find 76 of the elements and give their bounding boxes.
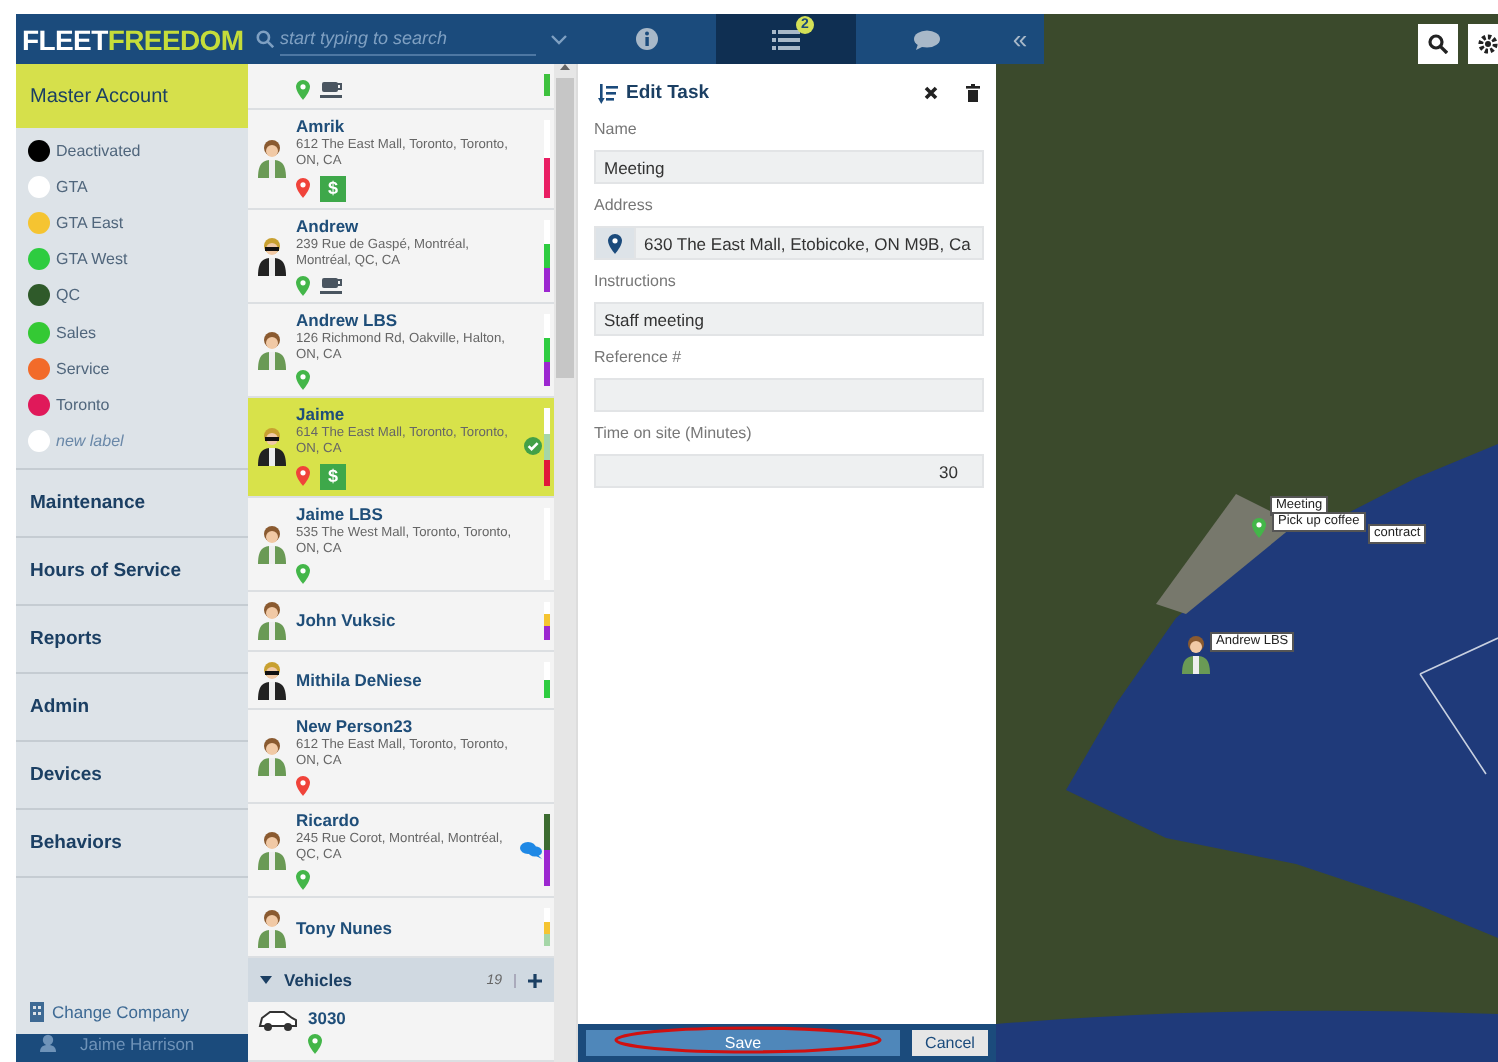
field-label: Name [594, 120, 639, 138]
info-icon [635, 28, 657, 50]
text-field[interactable]: Staff meeting [594, 302, 984, 336]
scroll-up-arrow-icon[interactable] [560, 64, 570, 70]
field-label: Instructions [594, 272, 678, 290]
contact-list-item[interactable] [248, 64, 554, 110]
cancel-button[interactable]: Cancel [912, 1030, 988, 1056]
dropdown-caret-icon[interactable] [550, 33, 568, 45]
label-name: GTA West [56, 250, 128, 269]
field-label: Address [594, 196, 655, 214]
trash-icon[interactable] [966, 84, 980, 102]
map-settings-button[interactable] [1468, 24, 1498, 64]
person-avatar-icon [258, 830, 286, 871]
label-name: GTA [56, 177, 88, 196]
label-name: Toronto [56, 395, 110, 414]
field-label: Reference # [594, 348, 684, 366]
label-name: Sales [56, 323, 97, 342]
person-avatar-icon [258, 329, 286, 370]
contact-list-item[interactable]: Tony Nunes [248, 898, 554, 959]
number-field[interactable]: 30 [594, 454, 984, 488]
person-avatar-icon [1182, 634, 1210, 674]
payment-badge: $ [320, 463, 346, 490]
label-name: GTA East [56, 213, 124, 232]
vehicle-name: 3030 [308, 1008, 348, 1029]
contact-name: Jaime LBS [296, 503, 385, 524]
sort-list-icon [598, 83, 618, 103]
person-avatar-icon [258, 736, 286, 777]
contact-name: New Person23 [296, 716, 415, 737]
search-icon [256, 30, 274, 48]
label-name: QC [56, 286, 80, 305]
contact-name: Jaime [296, 403, 347, 424]
contact-name: Amrik [296, 115, 347, 136]
caret-icon [260, 976, 272, 985]
panel-title: Edit Task [626, 82, 712, 104]
search-icon [1428, 34, 1448, 54]
map-pin-icon [608, 233, 622, 253]
label-name: Deactivated [56, 141, 141, 160]
car-icon [258, 1008, 298, 1033]
address-field[interactable]: 630 The East Mall, Etobicoke, ON M9B, Ca [634, 226, 984, 260]
contact-name: Ricardo [296, 810, 362, 831]
person-avatar-icon [258, 523, 286, 564]
chat-icon [913, 29, 939, 49]
plus-icon[interactable] [528, 973, 542, 988]
contact-name: Andrew LBS [296, 309, 400, 330]
collapse-panel-button[interactable]: « [996, 14, 1044, 64]
person-avatar-icon [258, 600, 286, 641]
person-sunglasses-avatar-icon [258, 426, 286, 467]
contact-name: Mithila DeNiese [296, 670, 424, 691]
contact-name: Andrew [296, 215, 361, 236]
person-sunglasses-avatar-icon [258, 660, 286, 701]
task-list-icon [772, 28, 800, 50]
text-field[interactable] [594, 378, 984, 412]
contact-name: John Vuksic [296, 610, 398, 631]
person-sunglasses-avatar-icon [258, 235, 286, 276]
user-icon [40, 1034, 56, 1052]
text-field[interactable]: Meeting [594, 150, 984, 184]
contact-list-item[interactable]: John Vuksic [248, 591, 554, 652]
vehicle-list-item[interactable]: 3030 [248, 1002, 554, 1062]
person-avatar-icon [258, 907, 286, 948]
scrollbar-thumb[interactable] [556, 78, 574, 378]
account-selector[interactable]: Master Account [16, 64, 248, 128]
map-search-button[interactable] [1418, 24, 1458, 64]
map-pin-icon [1252, 518, 1266, 538]
change-company-link[interactable]: Change Company [52, 1002, 190, 1022]
close-icon[interactable] [924, 86, 938, 100]
contact-name: Tony Nunes [296, 917, 395, 938]
label-name: Service [56, 359, 110, 378]
fleet-freedom-logo: FLEETFREEDOM [20, 21, 246, 59]
settings-icon [1478, 34, 1498, 54]
person-avatar-icon [258, 138, 286, 179]
user-name: Jaime Harrison [80, 1034, 195, 1054]
building-icon [30, 1002, 44, 1022]
payment-badge: $ [320, 175, 346, 202]
search-field[interactable]: start typing to search [280, 23, 536, 55]
field-label: Time on site (Minutes) [594, 424, 754, 442]
contact-list-item[interactable]: Mithila DeNiese [248, 651, 554, 711]
